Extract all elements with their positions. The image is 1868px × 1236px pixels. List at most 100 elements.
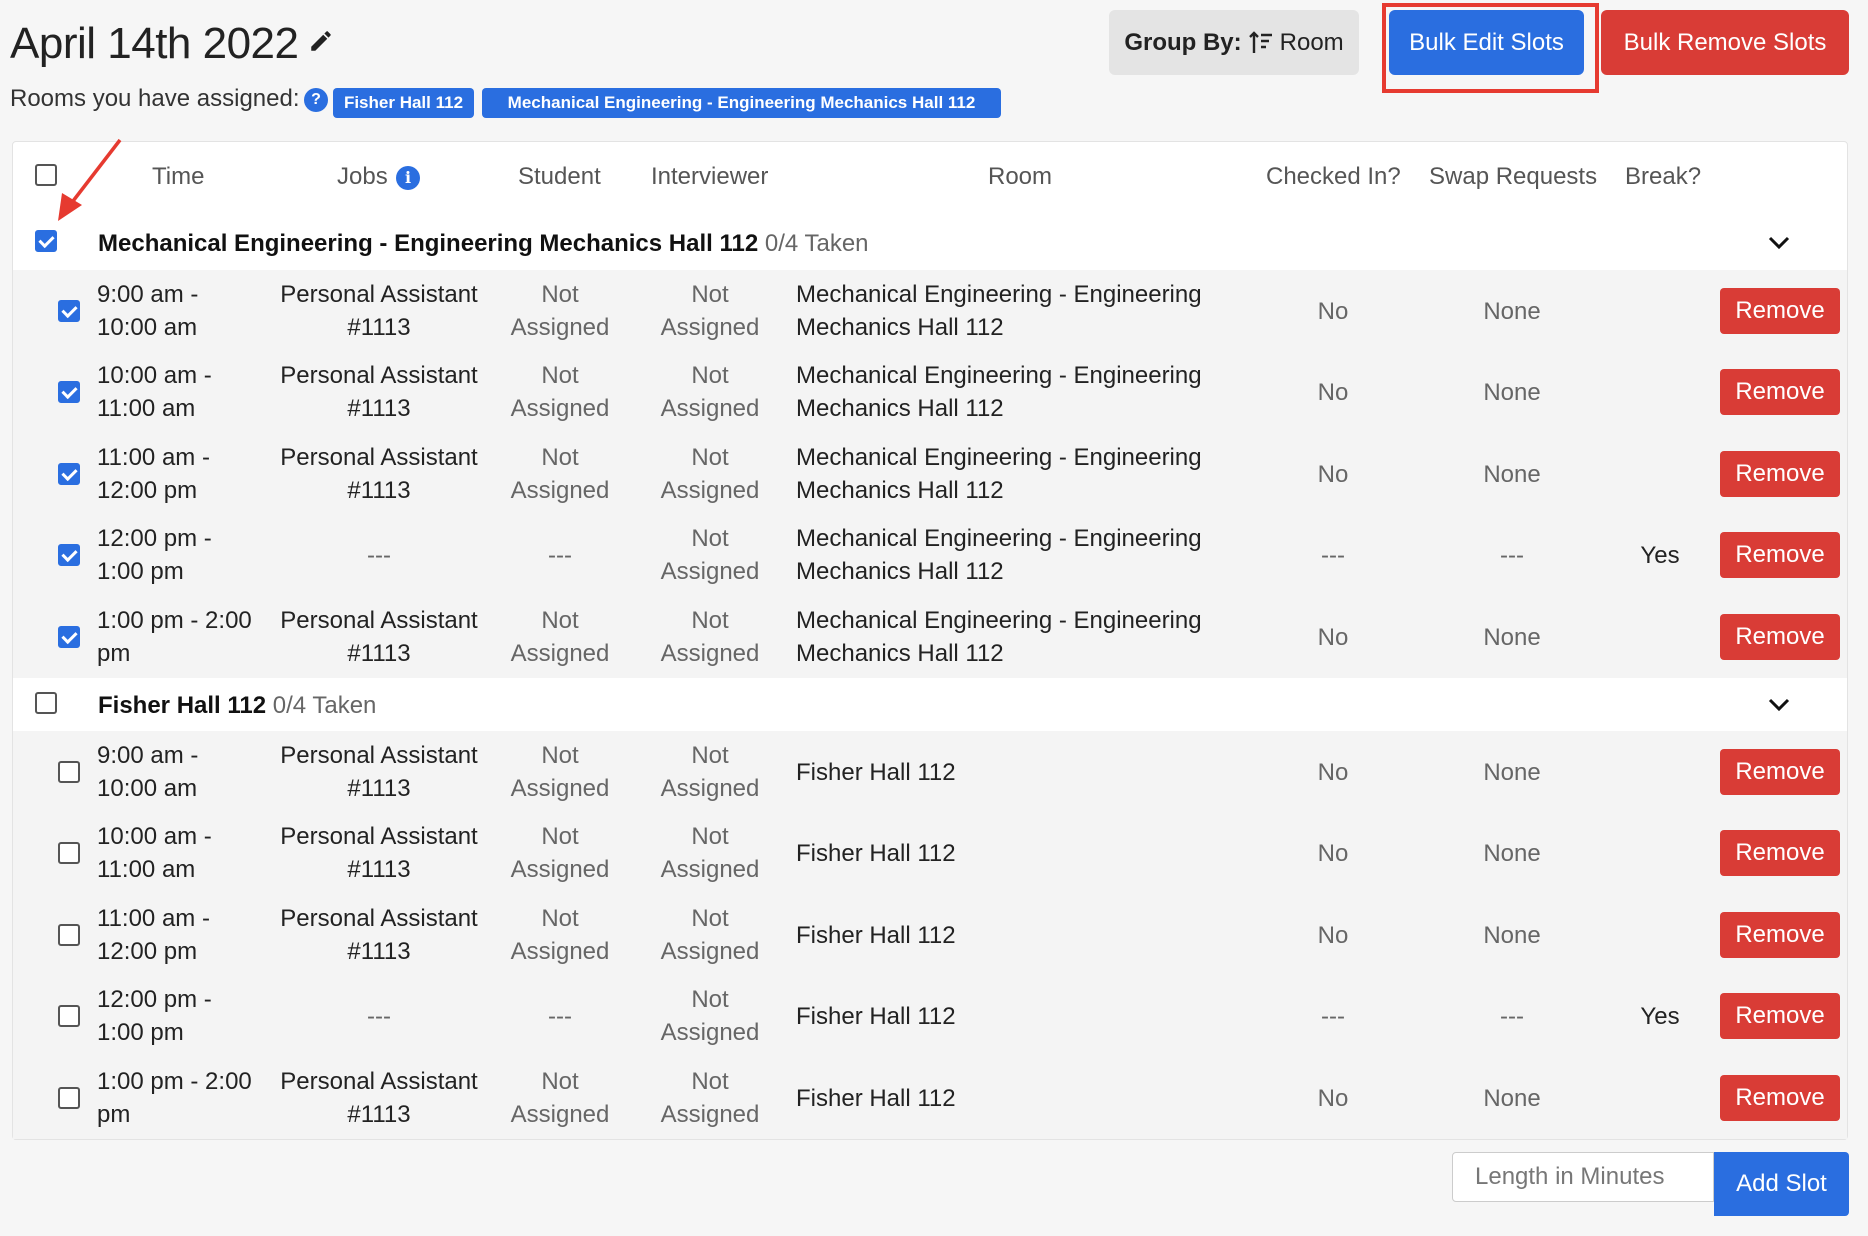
job-cell: Personal Assistant #1113 <box>270 441 488 507</box>
interviewer-cell: Not Assigned <box>650 739 770 805</box>
student-cell: --- <box>500 1000 620 1033</box>
swap-cell: --- <box>1500 1003 1524 1030</box>
group-select-checkbox[interactable] <box>35 692 57 714</box>
interviewer-cell: Not Assigned <box>650 359 770 425</box>
group-name: Fisher Hall 112 <box>98 692 267 719</box>
student-line: Not <box>541 905 579 932</box>
room-line: Fisher Hall 112 <box>796 1002 956 1030</box>
checked_in-cell: No <box>1317 298 1349 325</box>
bulk-edit-slots-button[interactable]: Bulk Edit Slots <box>1389 10 1584 75</box>
job-line: #1113 <box>347 640 411 667</box>
room-line: Mechanics Hall 112 <box>796 477 1004 504</box>
remove-button[interactable]: Remove <box>1720 532 1840 578</box>
column-jobs: Jobs <box>337 163 388 190</box>
interviewer-line: Assigned <box>660 558 760 585</box>
add-slot-button[interactable]: Add Slot <box>1714 1152 1849 1216</box>
student-line: Assigned <box>510 640 610 667</box>
row-checkbox[interactable] <box>58 924 80 946</box>
remove-button[interactable]: Remove <box>1720 369 1840 415</box>
time-line: 1:00 pm - 2:00 <box>97 607 252 634</box>
job-line: Personal Assistant <box>280 905 478 932</box>
room-line: Mechanics Hall 112 <box>796 395 1004 422</box>
row-checkbox[interactable] <box>58 1005 80 1027</box>
room-cell: Fisher Hall 112 <box>796 1000 1276 1033</box>
job-line: Personal Assistant <box>280 444 478 471</box>
time-line: 10:00 am <box>97 775 198 802</box>
swap-cell: None <box>1483 461 1541 488</box>
row-checkbox[interactable] <box>58 761 80 783</box>
room-cell: Mechanical Engineering - Engineering Mech… <box>796 604 1276 670</box>
row-checkbox[interactable] <box>58 544 80 566</box>
job-cell: --- <box>270 1000 488 1033</box>
info-icon[interactable]: i <box>396 166 420 190</box>
job-cell: Personal Assistant #1113 <box>270 820 488 886</box>
remove-button[interactable]: Remove <box>1720 912 1840 958</box>
student-line: Assigned <box>510 314 610 341</box>
row-checkbox[interactable] <box>58 381 80 403</box>
room-line: Mechanics Hall 112 <box>796 640 1004 667</box>
job-cell: Personal Assistant #1113 <box>270 902 488 968</box>
time-line: 12:00 pm - <box>97 986 212 1013</box>
checked_in-cell: No <box>1317 461 1349 488</box>
row-checkbox[interactable] <box>58 626 80 648</box>
remove-button[interactable]: Remove <box>1720 749 1840 795</box>
remove-button[interactable]: Remove <box>1720 993 1840 1039</box>
room-cell: Mechanical Engineering - Engineering Mech… <box>796 278 1276 344</box>
column-checked-in: Checked In? <box>1266 163 1401 190</box>
time-cell: 10:00 am - 11:00 am <box>97 820 277 886</box>
student-line: Assigned <box>510 856 610 883</box>
column-student: Student <box>518 163 601 190</box>
chevron-down-icon[interactable] <box>1768 236 1790 250</box>
remove-button[interactable]: Remove <box>1720 614 1840 660</box>
student-cell: Not Assigned <box>500 1065 620 1131</box>
remove-button[interactable]: Remove <box>1720 288 1840 334</box>
room-cell: Mechanical Engineering - Engineering Mech… <box>796 359 1276 425</box>
bulk-remove-slots-button[interactable]: Bulk Remove Slots <box>1601 10 1849 75</box>
pencil-icon[interactable] <box>308 28 334 54</box>
room-line: Mechanical Engineering - Engineering <box>796 281 1202 308</box>
help-icon[interactable]: ? <box>304 88 328 112</box>
remove-button[interactable]: Remove <box>1720 830 1840 876</box>
group-by-button[interactable]: Group By: Room <box>1109 10 1359 75</box>
row-checkbox[interactable] <box>58 1087 80 1109</box>
remove-button[interactable]: Remove <box>1720 1075 1840 1121</box>
interviewer-line: Assigned <box>660 314 760 341</box>
interviewer-cell: Not Assigned <box>650 604 770 670</box>
group-title: Mechanical Engineering - Engineering Mec… <box>98 230 869 258</box>
job-cell: Personal Assistant #1113 <box>270 604 488 670</box>
student-cell: Not Assigned <box>500 739 620 805</box>
group-select-checkbox[interactable] <box>35 230 57 252</box>
row-checkbox[interactable] <box>58 842 80 864</box>
time-cell: 10:00 am - 11:00 am <box>97 359 277 425</box>
time-line: 10:00 am - <box>97 823 212 850</box>
student-cell: Not Assigned <box>500 278 620 344</box>
length-in-minutes-input[interactable] <box>1452 1152 1714 1202</box>
checked_in-cell: No <box>1317 922 1349 949</box>
job-line: --- <box>367 1002 391 1030</box>
room-badge-fisher: Fisher Hall 112 <box>333 88 474 118</box>
interviewer-cell: Not Assigned <box>650 902 770 968</box>
interviewer-cell: Not Assigned <box>650 278 770 344</box>
time-line: 11:00 am <box>97 856 196 883</box>
interviewer-cell: Not Assigned <box>650 522 770 588</box>
row-checkbox[interactable] <box>58 463 80 485</box>
time-line: 9:00 am - <box>97 281 199 308</box>
time-cell: 9:00 am - 10:00 am <box>97 739 277 805</box>
time-cell: 1:00 pm - 2:00 pm <box>97 1065 277 1131</box>
job-cell: Personal Assistant #1113 <box>270 739 488 805</box>
row-checkbox[interactable] <box>58 300 80 322</box>
student-line: Not <box>541 362 579 389</box>
chevron-down-icon[interactable] <box>1768 698 1790 712</box>
student-line: Not <box>541 607 579 634</box>
time-cell: 11:00 am - 12:00 pm <box>97 902 277 968</box>
student-cell: Not Assigned <box>500 902 620 968</box>
student-cell: --- <box>500 539 620 572</box>
interviewer-line: Not <box>691 281 729 308</box>
room-cell: Fisher Hall 112 <box>796 1082 1276 1115</box>
interviewer-line: Assigned <box>660 1019 760 1046</box>
room-cell: Fisher Hall 112 <box>796 756 1276 789</box>
checked_in-cell: --- <box>1321 1003 1345 1030</box>
arrow-annotation <box>58 138 122 221</box>
remove-button[interactable]: Remove <box>1720 451 1840 497</box>
column-swap-requests: Swap Requests <box>1429 163 1598 190</box>
